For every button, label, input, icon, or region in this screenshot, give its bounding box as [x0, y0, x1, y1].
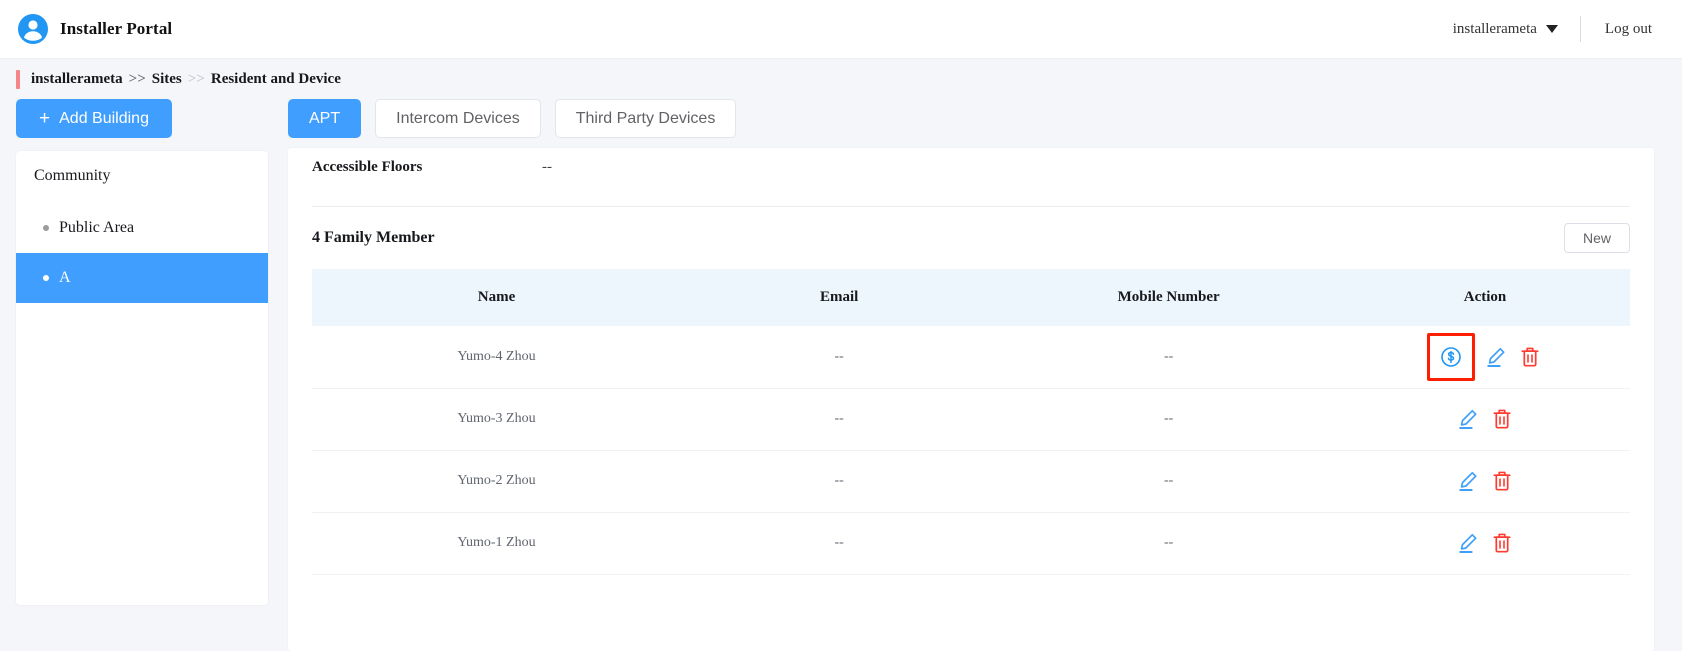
payment-icon[interactable] [1427, 332, 1475, 381]
cell-email: -- [681, 512, 998, 575]
family-member-header: 4 Family Member New [312, 207, 1630, 269]
edit-icon[interactable] [1455, 468, 1481, 494]
cell-email: -- [681, 388, 998, 451]
row-actions [1341, 327, 1629, 387]
table-row: Yumo-3 Zhou -- -- [312, 388, 1630, 451]
column-header-name: Name [312, 269, 682, 326]
breadcrumb-item-installerameta[interactable]: installerameta [31, 71, 123, 88]
cell-action [1340, 388, 1630, 451]
table-row: Yumo-4 Zhou -- -- [312, 326, 1630, 389]
family-member-table: Name Email Mobile Number Action Yumo-4 Z… [312, 269, 1630, 575]
cell-email: -- [681, 326, 998, 389]
sidebar: + Add Building Community Public Area A [16, 99, 268, 651]
add-building-button[interactable]: + Add Building [16, 99, 172, 138]
row-actions [1341, 452, 1629, 511]
edit-icon[interactable] [1455, 406, 1481, 432]
bullet-icon [43, 225, 49, 231]
tab-intercom-devices[interactable]: Intercom Devices [375, 99, 541, 138]
cell-name: Yumo-4 Zhou [312, 326, 682, 389]
user-avatar-icon [18, 14, 48, 44]
accessible-floors-row: Accessible Floors -- [312, 148, 1630, 180]
sidebar-item-label: A [59, 269, 71, 286]
table-body: Yumo-4 Zhou -- -- Yumo-3 Zhou -- -- Yumo… [312, 326, 1630, 575]
apt-detail-card: Accessible Floors -- 4 Family Member New… [288, 148, 1654, 651]
family-member-title: 4 Family Member [312, 229, 435, 246]
logout-button[interactable]: Log out [1581, 21, 1652, 38]
tab-third-party-devices[interactable]: Third Party Devices [554, 99, 737, 138]
account-name: installerameta [1452, 20, 1537, 37]
edit-icon[interactable] [1455, 530, 1481, 556]
cell-mobile: -- [997, 326, 1341, 389]
accessible-floors-label: Accessible Floors [312, 158, 423, 175]
add-building-label: Add Building [59, 109, 149, 127]
cell-name: Yumo-1 Zhou [312, 512, 682, 575]
delete-icon[interactable] [1489, 468, 1515, 494]
edit-icon[interactable] [1483, 344, 1509, 370]
brand: Installer Portal [18, 14, 172, 44]
accessible-floors-value: -- [542, 158, 552, 175]
table-header: Name Email Mobile Number Action [312, 269, 1630, 326]
header-actions: installerameta Log out [1453, 16, 1664, 42]
row-actions [1341, 390, 1629, 449]
row-actions [1341, 514, 1629, 573]
cell-action [1340, 450, 1630, 513]
cell-mobile: -- [997, 450, 1341, 513]
tab-apt[interactable]: APT [288, 99, 362, 138]
cell-name: Yumo-2 Zhou [312, 450, 682, 513]
table-header-row: Name Email Mobile Number Action [312, 269, 1630, 326]
breadcrumb-accent-bar [16, 69, 20, 89]
new-family-member-button[interactable]: New [1564, 223, 1630, 253]
column-header-email: Email [681, 269, 998, 326]
page-body: + Add Building Community Public Area A A… [0, 99, 1682, 651]
cell-email: -- [681, 450, 998, 513]
column-header-action: Action [1340, 269, 1630, 326]
main-content: APT Intercom Devices Third Party Devices… [268, 99, 1682, 651]
cell-action [1340, 326, 1630, 389]
plus-icon: + [39, 108, 51, 129]
cell-mobile: -- [997, 512, 1341, 575]
tree-root-label[interactable]: Community [16, 151, 268, 203]
delete-icon[interactable] [1489, 406, 1515, 432]
chevron-down-icon [1545, 25, 1558, 33]
breadcrumb-separator: >> [187, 70, 205, 87]
bullet-icon [43, 275, 49, 281]
cell-action [1340, 512, 1630, 575]
breadcrumb-separator: >> [128, 70, 146, 87]
sidebar-item-public-area[interactable]: Public Area [16, 203, 268, 253]
cell-mobile: -- [997, 388, 1341, 451]
table-row: Yumo-1 Zhou -- -- [312, 512, 1630, 575]
page-title: Installer Portal [60, 19, 173, 38]
tab-bar: APT Intercom Devices Third Party Devices [288, 99, 1654, 138]
account-menu[interactable]: installerameta [1453, 21, 1580, 38]
sidebar-item-label: Public Area [59, 219, 135, 236]
cell-name: Yumo-3 Zhou [312, 388, 682, 451]
building-tree: Community Public Area A [16, 151, 268, 605]
delete-icon[interactable] [1489, 530, 1515, 556]
table-row: Yumo-2 Zhou -- -- [312, 450, 1630, 513]
column-header-mobile-number: Mobile Number [997, 269, 1341, 326]
breadcrumb: installerameta >> Sites >> Resident and … [0, 59, 1682, 99]
sidebar-item-a[interactable]: A [16, 253, 268, 303]
breadcrumb-item-resident-and-device: Resident and Device [210, 70, 341, 87]
delete-icon[interactable] [1517, 344, 1543, 370]
breadcrumb-item-sites[interactable]: Sites [152, 71, 182, 88]
app-header: Installer Portal installerameta Log out [0, 0, 1682, 59]
